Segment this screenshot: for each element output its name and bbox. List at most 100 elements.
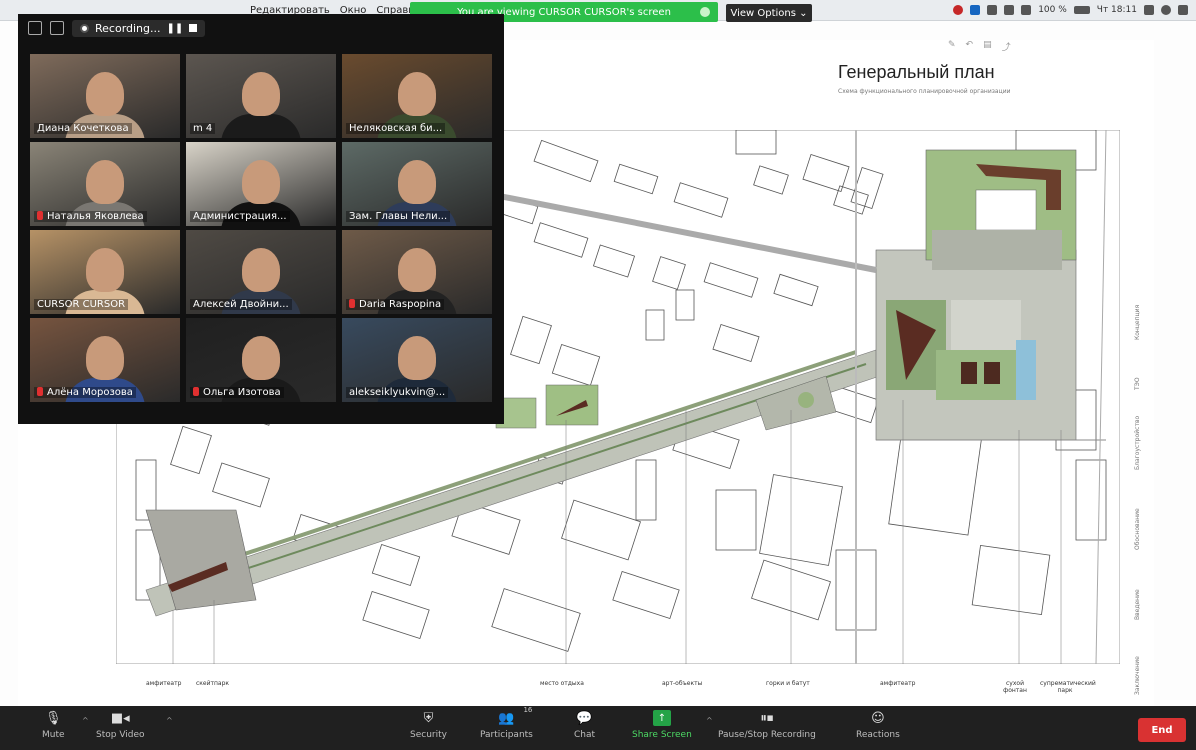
side-nav-item[interactable]: Благоустройство [1134,416,1141,470]
user-icon[interactable] [1144,5,1154,15]
participant-name: Наталья Яковлева [34,211,147,222]
participants-label: Participants [480,730,533,740]
share-options-caret-icon[interactable]: ^ [706,716,713,725]
clock[interactable]: Чт 18:11 [1097,5,1137,15]
chat-label: Chat [574,730,596,740]
record-tray-icon[interactable] [953,5,964,15]
app-tray-icon[interactable] [970,5,981,15]
participant-head [242,336,280,380]
slide-toolbar: ✎ ↶ ▤ ⤴ [948,40,1011,53]
pause-icon[interactable]: ❚❚ [167,23,184,34]
participant-name-text: Алёна Морозова [47,387,133,398]
participant-head [242,72,280,116]
muted-mic-icon [37,211,43,220]
gallery-view-icon[interactable] [50,21,64,35]
display-tray-icon[interactable] [987,5,998,15]
participant-video-tile[interactable]: Алёна Морозова [30,318,180,402]
participant-name-text: Алексей Двойни... [193,299,289,310]
pause-stop-recording-button[interactable]: ⏸⏹ Pause/Stop Recording [718,710,816,741]
participant-name: Алёна Морозова [34,387,136,398]
participant-head [242,160,280,204]
reactions-label: Reactions [856,730,900,740]
print-icon[interactable]: ▤ [983,40,992,53]
banner-status-icon [700,7,710,17]
participant-name-text: Зам. Главы Нели... [349,211,448,222]
participant-video-tile[interactable]: Неляковская би... [342,54,492,138]
side-nav-item[interactable]: ТЭО [1134,377,1141,390]
pause-stop-recording-label: Pause/Stop Recording [718,730,816,740]
participant-video-tile[interactable]: CURSOR CURSOR [30,230,180,314]
stop-icon[interactable] [189,24,198,32]
participant-head [86,248,124,292]
participant-head [398,336,436,380]
chat-button[interactable]: 💬 Chat [574,710,596,741]
reactions-button[interactable]: ☺ Reactions [856,710,900,741]
search-icon[interactable] [1161,5,1171,15]
legend-label: амфитеатр [146,680,182,687]
share-screen-button[interactable]: ↑ Share Screen [632,710,692,740]
end-meeting-button[interactable]: End [1138,718,1186,742]
legend-label: амфитеатр [880,680,916,687]
participant-video-tile[interactable]: m 4 [186,54,336,138]
participant-name: m 4 [190,123,216,134]
participant-video-tile[interactable]: Администрация... [186,142,336,226]
video-options-caret-icon[interactable]: ^ [166,716,173,725]
mute-button[interactable]: 🎙 Mute [42,710,65,741]
control-center-icon[interactable] [1178,5,1188,15]
side-nav-item[interactable]: Заключение [1134,656,1141,695]
participant-name-text: Диана Кочеткова [37,123,129,134]
participant-video-tile[interactable]: Зам. Главы Нели... [342,142,492,226]
side-nav-item[interactable]: Концепция [1134,305,1141,340]
shield-icon: ⛨ [423,710,434,726]
plan-legend-labels: амфитеатр скейтпарк место отдыха арт-объ… [0,680,1196,700]
bluetooth-tray-icon[interactable] [1004,5,1015,15]
mute-options-caret-icon[interactable]: ^ [82,716,89,725]
side-nav-item[interactable]: Введение [1134,589,1141,620]
security-button[interactable]: ⛨ Security [410,710,447,741]
share-icon[interactable]: ⤴ [1002,40,1011,53]
view-options-button[interactable]: View Options ⌄ [726,4,812,22]
slide-title: Генеральный план [838,62,995,82]
undo-icon[interactable]: ↶ [966,40,974,53]
participant-head [242,248,280,292]
participant-name: CURSOR CURSOR [34,299,129,310]
participants-button[interactable]: 👥 16 Participants [480,706,533,740]
participant-name-text: Администрация... [193,211,287,222]
participants-icon: 👥 16 [498,706,533,726]
battery-icon[interactable] [1073,6,1090,14]
participant-video-tile[interactable]: Наталья Яковлева [30,142,180,226]
minimize-icon[interactable] [28,21,42,35]
video-camera-icon: ■◂ [110,710,130,726]
participant-video-tile[interactable]: Алексей Двойни... [186,230,336,314]
recording-icon [80,23,89,33]
muted-mic-icon [349,299,355,308]
participant-head [86,336,124,380]
participant-name-text: Ольга Изотова [203,387,281,398]
slide-subtitle: Схема функционального планировочной орга… [838,88,1011,95]
participant-video-tile[interactable]: Daria Raspopina [342,230,492,314]
participant-video-tile[interactable]: Диана Кочеткова [30,54,180,138]
recording-indicator: Recording... ❚❚ [72,19,206,37]
share-screen-label: Share Screen [632,730,692,740]
pen-icon[interactable]: ✎ [948,40,956,53]
participant-name-text: m 4 [193,123,213,134]
slide-side-nav: Концепция ТЭО Благоустройство Обосновани… [1134,290,1150,700]
legend-label: сухой фонтан [1003,680,1027,694]
video-tile-grid: Диана Кочеткова m 4 Неляковская би... Натал… [30,54,492,402]
participant-name: Зам. Главы Нели... [346,211,451,222]
stop-video-button[interactable]: ■◂ Stop Video [96,710,145,741]
stop-video-label: Stop Video [96,730,145,740]
legend-label: место отдыха [540,680,584,687]
wifi-icon[interactable] [1021,5,1032,15]
participant-video-tile[interactable]: alekseiklyukvin@... [342,318,492,402]
participant-head [86,160,124,204]
participant-name: alekseiklyukvin@... [346,387,449,398]
participant-head [398,160,436,204]
muted-mic-icon [193,387,199,396]
muted-mic-icon [37,387,43,396]
side-nav-item[interactable]: Обоснование [1134,508,1141,550]
mute-label: Mute [42,730,65,740]
participant-video-tile[interactable]: Ольга Изотова [186,318,336,402]
participant-name: Алексей Двойни... [190,299,292,310]
participant-name: Администрация... [190,211,290,222]
